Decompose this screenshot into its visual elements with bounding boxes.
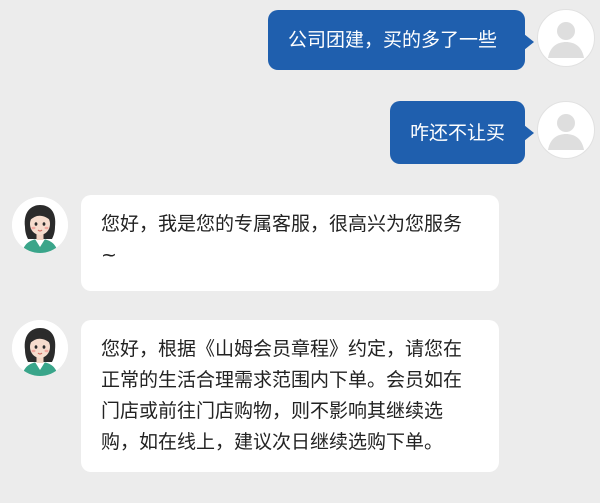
- agent-avatar[interactable]: [12, 320, 68, 376]
- default-person-avatar-icon: [548, 114, 584, 150]
- user-avatar[interactable]: [537, 9, 595, 67]
- user-message-text: 公司团建，买的多了一些: [288, 29, 498, 51]
- user-message-bubble: 咋还不让买: [390, 101, 534, 164]
- user-message-text: 咋还不让买: [410, 121, 506, 144]
- chat-conversation: 公司团建，买的多了一些 咋还不让买 您好，我是您的专属客服，很高兴为您服务 ~ …: [0, 0, 600, 503]
- default-person-avatar-icon: [548, 22, 584, 58]
- agent-message-line: 门店或前往门店购物，则不影响其继续选: [101, 400, 444, 422]
- agent-message-line: 购，如在线上，建议次日继续选购下单。: [101, 431, 444, 453]
- user-message-bubble: 公司团建，买的多了一些: [268, 10, 534, 70]
- customer-service-agent-avatar-icon: [12, 320, 68, 376]
- agent-message-line: 您好，根据《山姆会员章程》约定，请您在: [101, 338, 463, 360]
- agent-message-line: ~: [101, 244, 117, 266]
- agent-message-line: 正常的生活合理需求范围内下单。会员如在: [101, 369, 463, 391]
- agent-message-bubble: 您好，我是您的专属客服，很高兴为您服务 ~: [81, 195, 499, 291]
- user-avatar[interactable]: [537, 101, 595, 159]
- customer-service-agent-avatar-icon: [12, 197, 68, 253]
- agent-message-bubble: 您好，根据《山姆会员章程》约定，请您在 正常的生活合理需求范围内下单。会员如在 …: [81, 320, 499, 472]
- agent-message-line: 您好，我是您的专属客服，很高兴为您服务: [101, 213, 463, 235]
- agent-avatar[interactable]: [12, 197, 68, 253]
